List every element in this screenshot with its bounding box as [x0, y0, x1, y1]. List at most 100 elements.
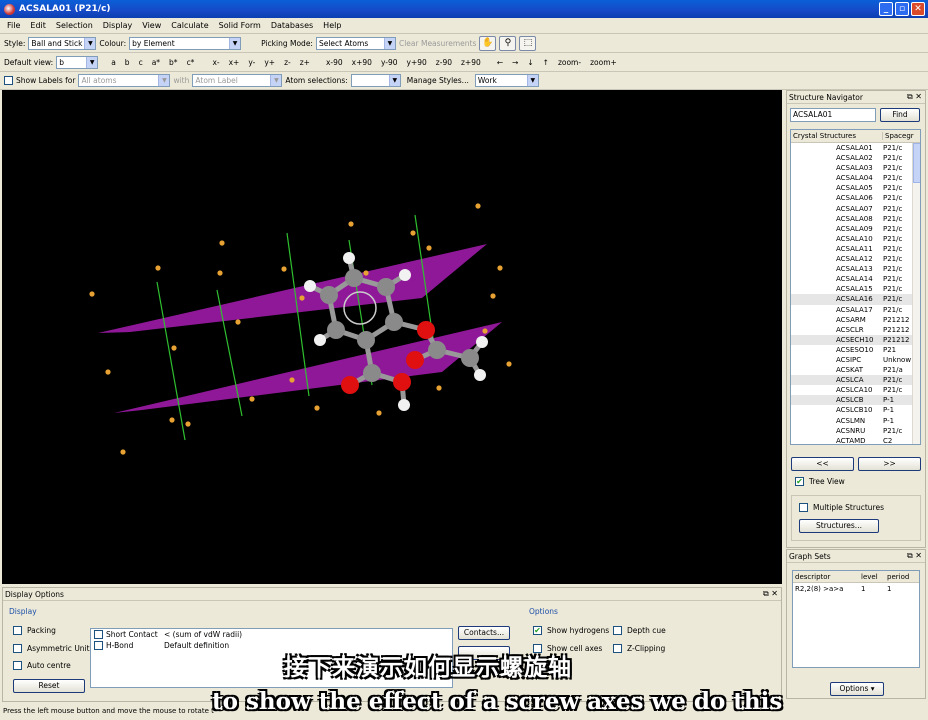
list-item[interactable]: ACSLCA P21/c [791, 375, 920, 386]
structure-list[interactable]: Crystal Structures Spacegr ACSALA01 P21/c… [790, 129, 921, 445]
rotate-y-minus-button[interactable]: y- [245, 58, 258, 67]
list-item[interactable]: ACSALA12 P21/c [791, 254, 920, 264]
arrow-up-icon[interactable]: ↑ [540, 58, 552, 67]
short-contact-checkbox[interactable] [94, 630, 103, 639]
select-box-icon[interactable]: ⬚ [519, 36, 537, 51]
menu-databases[interactable]: Databases [266, 21, 318, 30]
find-button[interactable]: Find [880, 108, 920, 122]
view-a-star-button[interactable]: a* [149, 58, 163, 67]
col-level[interactable]: level [861, 573, 887, 581]
magnify-icon[interactable]: ⚲ [499, 36, 517, 51]
menu-calculate[interactable]: Calculate [166, 21, 213, 30]
list-item[interactable]: ACSLMN P-1 [791, 416, 920, 426]
list-item[interactable]: ACSALA14 P21/c [791, 274, 920, 284]
zoom-out-button[interactable]: zoom- [555, 58, 584, 67]
menu-solid-form[interactable]: Solid Form [214, 21, 266, 30]
list-item[interactable]: ACSALA10 P21/c [791, 234, 920, 244]
rotate-x-minus-button[interactable]: x- [209, 58, 222, 67]
rotate-y-plus-90-button[interactable]: y+90 [404, 58, 430, 67]
list-item[interactable]: ACSALA08 P21/c [791, 214, 920, 224]
multiple-structures-checkbox[interactable] [799, 503, 808, 512]
next-structure-button[interactable]: >> [858, 457, 921, 471]
minimize-button[interactable]: _ [879, 2, 893, 16]
list-item[interactable]: ACSALA02 P21/c [791, 153, 920, 163]
molecule-viewport[interactable] [2, 90, 782, 584]
rotate-z-plus-button[interactable]: z+ [297, 58, 313, 67]
list-item[interactable]: ACSALA16 P21/c [791, 294, 920, 305]
label-type-select[interactable]: Atom Label ▼ [192, 74, 283, 87]
labels-for-select[interactable]: All atoms ▼ [78, 74, 171, 87]
list-item[interactable]: ACSLCB P-1 [791, 395, 920, 406]
list-item[interactable]: Short Contact < (sum of vdW radii) [91, 629, 452, 640]
col-descriptor[interactable]: descriptor [793, 573, 861, 581]
col-crystal-structures[interactable]: Crystal Structures [791, 132, 883, 140]
panel-close-icon[interactable]: ⧉ ✕ [907, 92, 925, 102]
list-item[interactable]: ACSALA09 P21/c [791, 224, 920, 234]
rotate-z-minus-button[interactable]: z- [281, 58, 294, 67]
structure-search-input[interactable]: ACSALA01 [790, 108, 876, 122]
zoom-in-button[interactable]: zoom+ [587, 58, 620, 67]
table-row[interactable]: R2,2(8) >a>a 1 1 [793, 583, 919, 595]
structures-button[interactable]: Structures... [799, 519, 879, 533]
rotate-x-plus-button[interactable]: x+ [226, 58, 243, 67]
show-hydrogens-checkbox[interactable]: ✔ [533, 626, 542, 635]
view-c-star-button[interactable]: c* [184, 58, 198, 67]
picking-mode-select[interactable]: Select Atoms ▼ [315, 37, 396, 50]
list-item[interactable]: ACSALA13 P21/c [791, 264, 920, 274]
list-item[interactable]: ACSECH10 P21212 [791, 334, 920, 345]
manage-styles-button[interactable]: Manage Styles... [404, 76, 472, 85]
z-clipping-checkbox[interactable] [613, 644, 622, 653]
col-spacegroup[interactable]: Spacegr [883, 132, 914, 140]
arrow-down-icon[interactable]: ↓ [524, 58, 536, 67]
list-item[interactable]: ACSLCA10 P21/c [791, 385, 920, 395]
list-item[interactable]: ACSALA04 P21/c [791, 173, 920, 183]
prev-structure-button[interactable]: << [791, 457, 854, 471]
list-item[interactable]: ACSARM P21212 [791, 315, 920, 325]
menu-file[interactable]: File [2, 21, 25, 30]
reset-button[interactable]: Reset [13, 679, 85, 693]
rotate-y-plus-button[interactable]: y+ [261, 58, 278, 67]
hand-icon[interactable]: ✋ [479, 36, 497, 51]
auto-centre-checkbox[interactable] [13, 661, 22, 670]
list-item[interactable]: ACSALA06 P21/c [791, 193, 920, 203]
list-item[interactable]: ACSALA05 P21/c [791, 183, 920, 193]
menu-edit[interactable]: Edit [25, 21, 51, 30]
tree-view-checkbox[interactable]: ✔ [795, 477, 804, 486]
rotate-x-plus-90-button[interactable]: x+90 [349, 58, 375, 67]
packing-checkbox[interactable] [13, 626, 22, 635]
list-item[interactable]: ACSNRU P21/c [791, 426, 920, 436]
list-item[interactable]: ACTAMD C2 [791, 436, 920, 444]
clear-measurements-button[interactable]: Clear Measurements [399, 39, 476, 48]
view-c-button[interactable]: c [136, 58, 146, 67]
rotate-y-minus-90-button[interactable]: y-90 [378, 58, 401, 67]
style-set-select[interactable]: Work ▼ [474, 74, 539, 87]
menu-help[interactable]: Help [318, 21, 346, 30]
rotate-x-minus-90-button[interactable]: x-90 [323, 58, 346, 67]
list-item[interactable]: ACSCLR P21212 [791, 325, 920, 335]
list-item[interactable]: ACSALA07 P21/c [791, 204, 920, 214]
style-select[interactable]: Ball and Stick ▼ [28, 37, 97, 50]
view-a-button[interactable]: a [108, 58, 119, 67]
list-item[interactable]: ACSLCB10 P-1 [791, 405, 920, 415]
list-item[interactable]: ACSALA01 P21/c [791, 143, 920, 153]
colour-select[interactable]: by Element ▼ [129, 37, 242, 50]
graph-sets-table[interactable]: descriptor level period R2,2(8) >a>a 1 1 [792, 570, 920, 668]
asymmetric-unit-checkbox[interactable] [13, 644, 22, 653]
menu-display[interactable]: Display [98, 21, 138, 30]
view-b-star-button[interactable]: b* [166, 58, 181, 67]
menu-view[interactable]: View [137, 21, 166, 30]
scroll-thumb[interactable] [913, 143, 920, 183]
show-labels-checkbox[interactable] [4, 76, 13, 85]
contacts-button[interactable]: Contacts... [458, 626, 510, 640]
menu-selection[interactable]: Selection [51, 21, 98, 30]
list-item[interactable]: ACSALA15 P21/c [791, 284, 920, 294]
list-item[interactable]: ACSALA11 P21/c [791, 244, 920, 254]
panel-close-icon[interactable]: ⧉ ✕ [763, 589, 781, 599]
col-period[interactable]: period [887, 573, 917, 581]
list-item[interactable]: ACSESO10 P21 [791, 345, 920, 355]
list-item[interactable]: ACSALA03 P21/c [791, 163, 920, 173]
close-button[interactable]: ✕ [911, 2, 925, 16]
arrow-left-icon[interactable]: ← [494, 58, 506, 67]
list-scrollbar[interactable] [912, 143, 920, 444]
rotate-z-plus-90-button[interactable]: z+90 [458, 58, 484, 67]
